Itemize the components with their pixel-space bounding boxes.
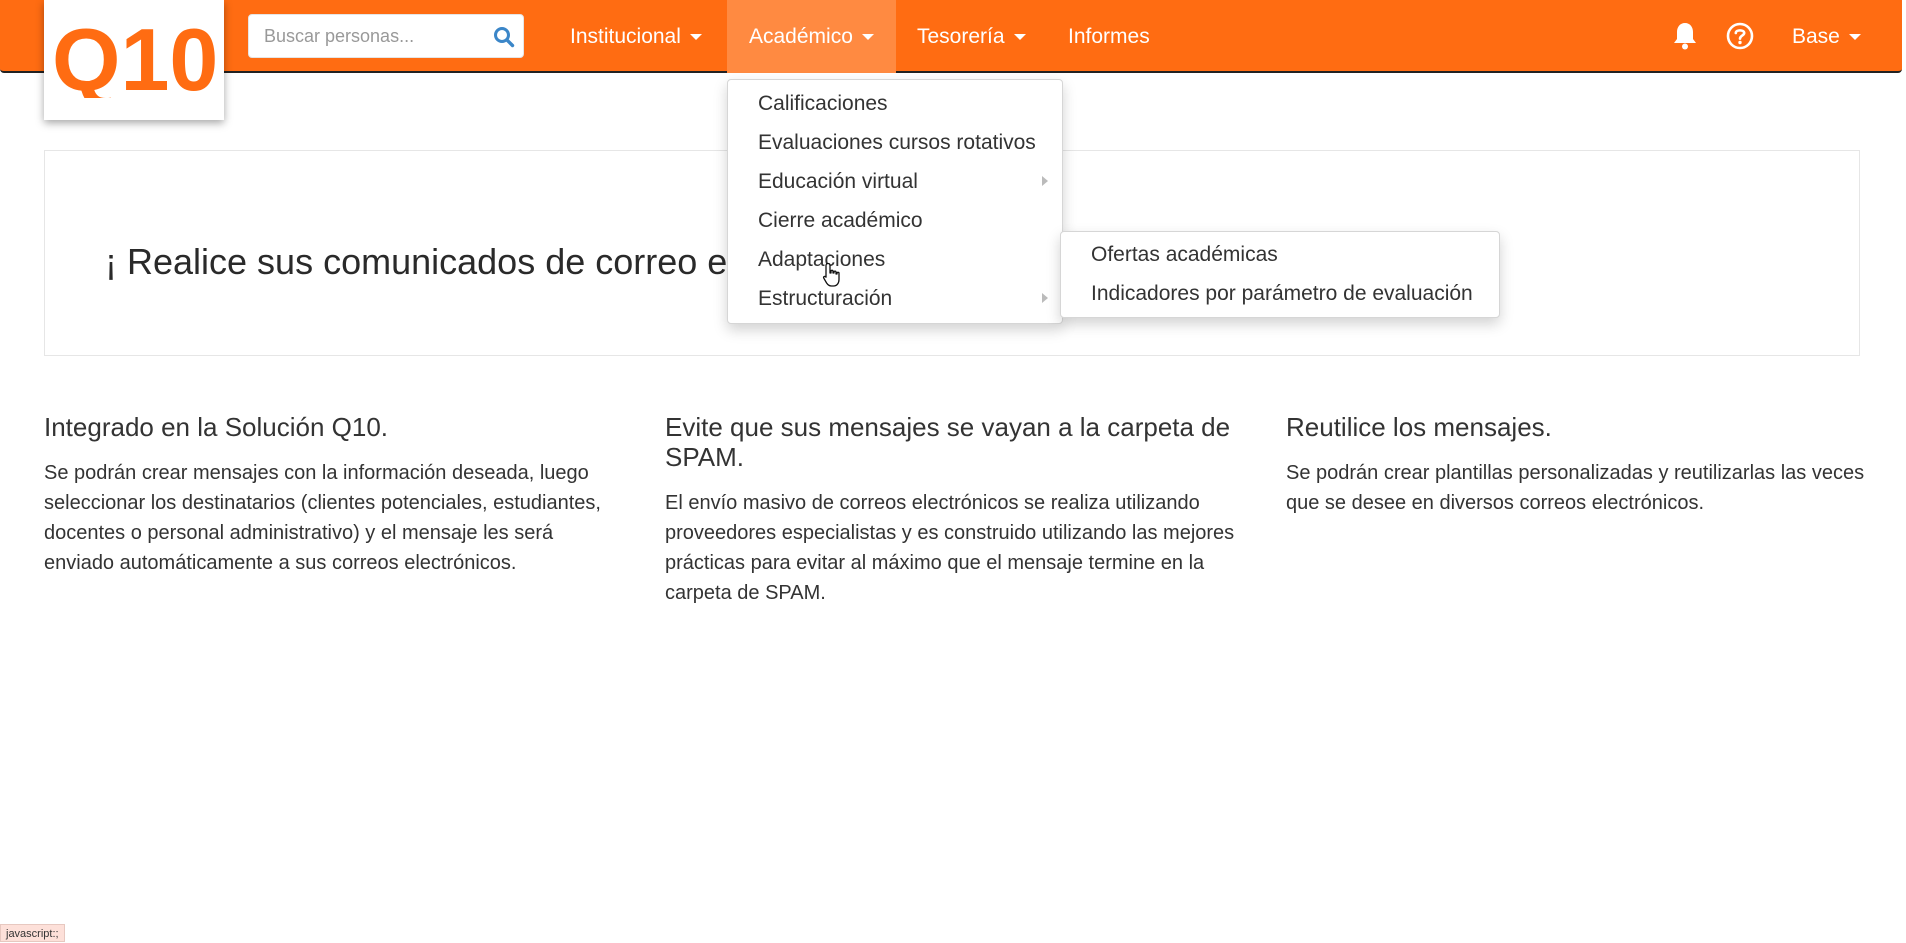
- nav-institucional[interactable]: Institucional: [548, 0, 724, 73]
- feature-body: Se podrán crear plantillas personalizada…: [1286, 462, 1865, 514]
- q10-logo[interactable]: Q10: [44, 0, 224, 120]
- feature-body: Se podrán crear mensajes con la informac…: [44, 462, 601, 574]
- top-navbar: Q10 Institucional Académico Tesorería In…: [0, 0, 1902, 120]
- menu-item-label: Calificaciones: [758, 92, 888, 115]
- caret-down-icon: [1013, 34, 1026, 41]
- nav-academico-label: Académico: [749, 25, 853, 48]
- feature-title: Evite que sus mensajes se vayan a la car…: [665, 412, 1231, 472]
- caret-down-icon: [861, 34, 874, 41]
- menu-item-label: Educación virtual: [758, 170, 918, 193]
- nav-tesoreria[interactable]: Tesorería: [895, 0, 1048, 73]
- nav-tesoreria-label: Tesorería: [917, 25, 1005, 48]
- nav-informes[interactable]: Informes: [1046, 0, 1172, 73]
- feature-reutilice: Reutilice los mensajes. Se podrán crear …: [1286, 412, 1866, 518]
- menu-item-label: Estructuración: [758, 287, 893, 310]
- user-menu-label: Base: [1792, 25, 1840, 48]
- q10-logo-icon: Q10: [52, 18, 218, 98]
- caret-down-icon: [689, 34, 702, 41]
- menu-item-estructuracion[interactable]: Estructuración: [728, 279, 1062, 318]
- search-icon[interactable]: [493, 26, 515, 48]
- submenu-item-ofertas-academicas[interactable]: Ofertas académicas: [1061, 235, 1499, 274]
- bell-icon[interactable]: [1672, 21, 1698, 51]
- nav-informes-label: Informes: [1068, 25, 1150, 48]
- feature-body: El envío masivo de correos electrónicos …: [665, 492, 1235, 604]
- user-menu[interactable]: Base: [1770, 0, 1883, 73]
- nav-institucional-label: Institucional: [570, 25, 681, 48]
- menu-item-label: Cierre académico: [758, 209, 923, 232]
- caret-down-icon: [1848, 34, 1861, 41]
- submenu-item-indicadores-parametro-evaluacion[interactable]: Indicadores por parámetro de evaluación: [1061, 274, 1499, 313]
- feature-integrado: Integrado en la Solución Q10. Se podrán …: [44, 412, 624, 578]
- menu-item-evaluaciones-cursos-rotativos[interactable]: Evaluaciones cursos rotativos: [728, 123, 1062, 162]
- menu-item-adaptaciones[interactable]: Adaptaciones: [728, 240, 1062, 279]
- menu-item-educacion-virtual[interactable]: Educación virtual: [728, 162, 1062, 201]
- search-input[interactable]: [249, 15, 494, 57]
- submenu-item-label: Ofertas académicas: [1091, 243, 1278, 266]
- feature-title: Integrado en la Solución Q10.: [44, 412, 389, 442]
- logo-text: Q10: [52, 18, 218, 98]
- feature-title: Reutilice los mensajes.: [1286, 412, 1552, 442]
- chevron-right-icon: [1042, 176, 1048, 186]
- adaptaciones-submenu: Ofertas académicas Indicadores por parám…: [1060, 231, 1500, 318]
- academico-dropdown: Calificaciones Evaluaciones cursos rotat…: [727, 79, 1063, 324]
- hand-cursor-icon: [822, 262, 840, 287]
- menu-item-label: Evaluaciones cursos rotativos: [758, 131, 1036, 154]
- nav-academico[interactable]: Académico: [727, 0, 896, 73]
- menu-item-calificaciones[interactable]: Calificaciones: [728, 84, 1062, 123]
- hero-headline: ¡ Realice sus comunicados de correo ele: [105, 241, 756, 282]
- browser-status-bar: javascript:;: [0, 924, 65, 942]
- submenu-item-label: Indicadores por parámetro de evaluación: [1091, 282, 1473, 305]
- search-box: [248, 14, 524, 58]
- feature-spam: Evite que sus mensajes se vayan a la car…: [665, 412, 1265, 608]
- chevron-right-icon: [1042, 293, 1048, 303]
- menu-item-cierre-academico[interactable]: Cierre académico: [728, 201, 1062, 240]
- help-circle-icon[interactable]: [1726, 21, 1754, 51]
